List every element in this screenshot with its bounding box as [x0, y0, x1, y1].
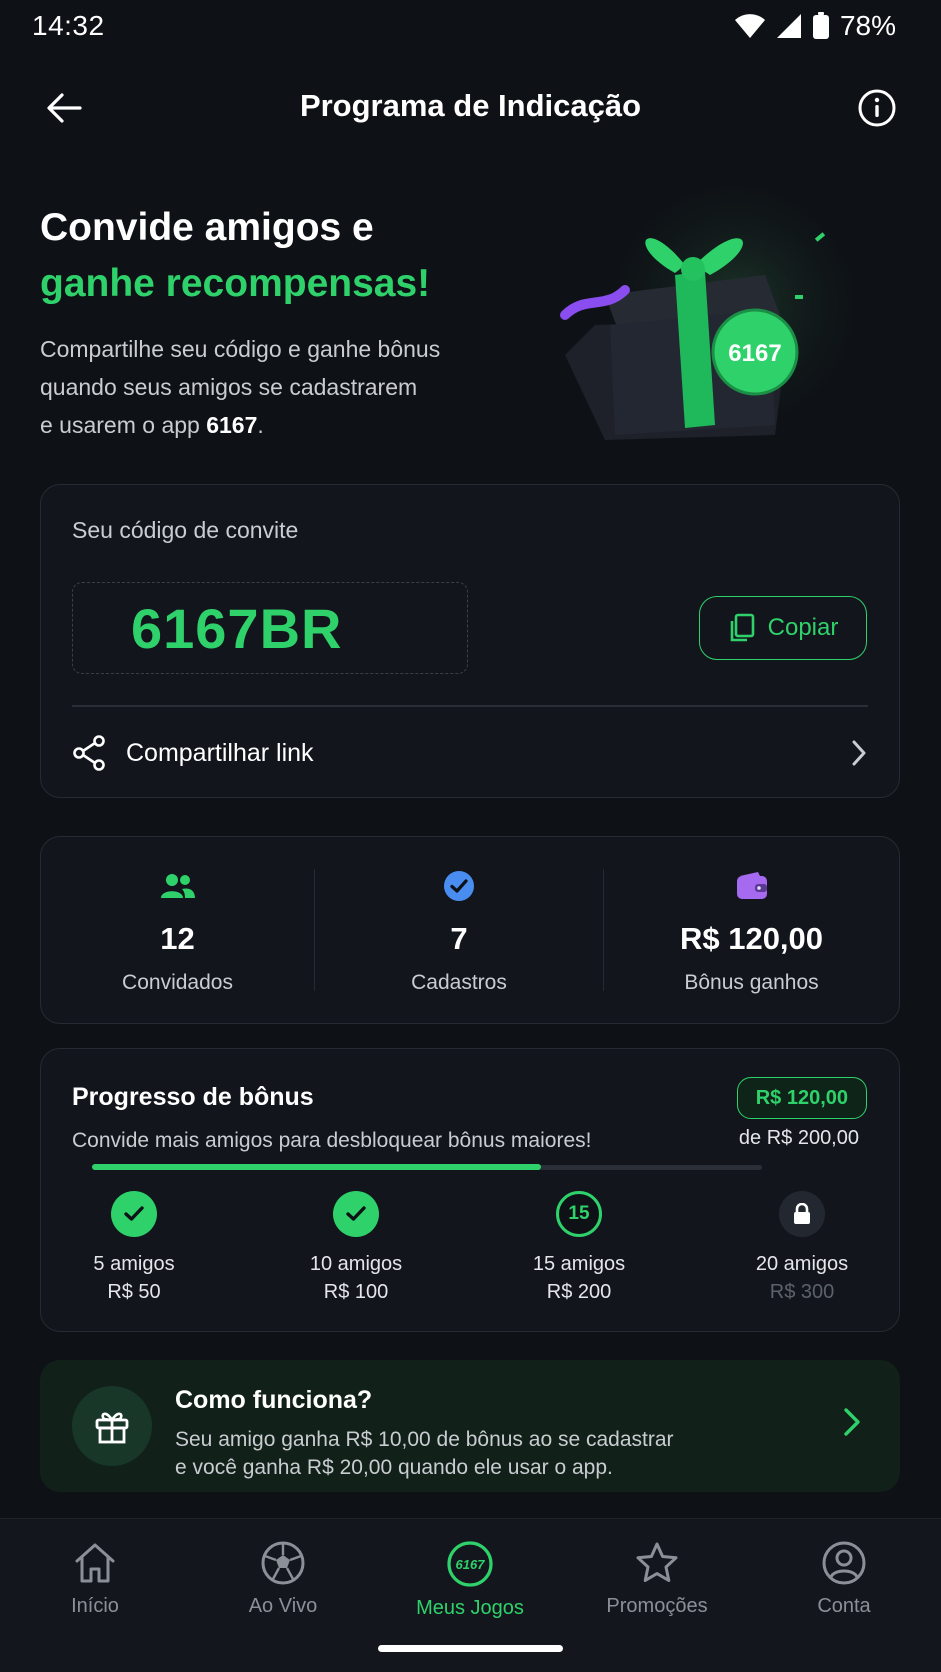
how-it-works-title: Como funciona? — [175, 1386, 373, 1414]
users-icon — [160, 869, 196, 903]
milestone-friends: 15 amigos — [532, 1253, 626, 1275]
stat-invited: 12 Convidados — [41, 837, 314, 1023]
hero-description: Compartilhe seu código e ganhe bônus qua… — [40, 330, 500, 444]
share-link-label: Compartilhar link — [126, 738, 314, 767]
bonus-label: Bônus ganhos — [684, 971, 819, 994]
progress-subtitle: Convide mais amigos para desbloquear bôn… — [72, 1129, 592, 1152]
milestone-friends: 10 amigos — [309, 1253, 403, 1275]
nav-inicio[interactable]: Início — [20, 1539, 170, 1618]
share-icon — [73, 735, 105, 771]
gift-illustration: 6167 — [560, 185, 885, 455]
invite-divider — [72, 705, 868, 707]
lock-icon — [794, 1203, 810, 1224]
gift-badge-text: 6167 — [728, 340, 781, 367]
milestone-label-5: 5 amigos R$ 50 — [54, 1250, 214, 1306]
status-time: 14:32 — [32, 10, 105, 41]
nav-label: Início — [71, 1595, 119, 1617]
share-link-row[interactable]: Compartilhar link — [72, 719, 868, 787]
invited-count: 12 — [160, 921, 195, 956]
milestone-20-locked — [779, 1191, 825, 1237]
how-it-works-line2: e você ganha R$ 20,00 quando ele usar o … — [175, 1456, 613, 1479]
nav-label: Promoções — [606, 1595, 708, 1617]
nav-meus-jogos[interactable]: 6167 Meus Jogos — [395, 1539, 545, 1620]
milestone-10-done — [333, 1191, 379, 1237]
milestone-friends: 5 amigos — [93, 1253, 175, 1275]
brand-icon-text: 6167 — [456, 1557, 486, 1572]
signups-label: Cadastros — [411, 971, 507, 994]
nav-label: Conta — [817, 1595, 871, 1617]
milestone-15-current: 15 — [556, 1191, 602, 1237]
invited-label: Convidados — [122, 971, 233, 994]
info-button[interactable] — [853, 84, 901, 132]
chevron-right-icon — [852, 740, 866, 766]
soccer-ball-icon — [261, 1541, 305, 1585]
invite-card: Seu código de convite 6167BR Copiar Comp… — [40, 484, 900, 798]
how-it-works-card[interactable]: Como funciona? Seu amigo ganha R$ 10,00 … — [40, 1360, 900, 1492]
stat-signups: 7 Cadastros — [315, 837, 603, 1023]
milestone-label-15: 15 amigos R$ 200 — [499, 1250, 659, 1306]
hero-title-line2: ganhe recompensas! — [40, 262, 431, 305]
copy-button[interactable]: Copiar — [699, 596, 867, 660]
progress-title: Progresso de bônus — [72, 1083, 314, 1111]
home-indicator — [378, 1645, 563, 1652]
check-icon — [346, 1206, 366, 1221]
hero-desc-line2: quando seus amigos se cadastrarem — [40, 374, 418, 400]
hero-desc-app: 6167 — [206, 412, 258, 438]
invite-code: 6167BR — [131, 596, 343, 660]
check-icon — [124, 1206, 144, 1221]
hero-desc-suffix: . — [257, 412, 264, 438]
milestone-reward: R$ 100 — [323, 1281, 389, 1303]
hero-title: Convide amigos e ganhe recompensas! — [40, 200, 430, 312]
copy-button-label: Copiar — [767, 614, 839, 641]
info-icon — [858, 89, 896, 127]
gift-icon-wrap — [72, 1386, 152, 1466]
invite-code-box: 6167BR — [72, 582, 468, 674]
wallet-icon — [736, 869, 768, 903]
invite-code-label: Seu código de convite — [72, 517, 299, 543]
milestone-5-done — [111, 1191, 157, 1237]
nav-promocoes[interactable]: Promoções — [582, 1539, 732, 1618]
milestone-reward: R$ 300 — [769, 1281, 835, 1303]
milestone-friends: 20 amigos — [755, 1253, 849, 1275]
how-it-works-text: Seu amigo ganha R$ 10,00 de bônus ao se … — [175, 1426, 735, 1482]
chevron-right-icon — [844, 1408, 860, 1436]
signups-count: 7 — [450, 921, 468, 956]
progress-track-fill — [92, 1164, 541, 1170]
bonus-total: R$ 120,00 — [679, 921, 824, 956]
nav-ao-vivo[interactable]: Ao Vivo — [208, 1539, 358, 1618]
signal-icon — [776, 14, 801, 38]
nav-conta[interactable]: Conta — [769, 1539, 919, 1618]
home-icon — [75, 1543, 115, 1583]
user-circle-icon — [822, 1541, 866, 1585]
milestone-label-20: 20 amigos R$ 300 — [722, 1250, 882, 1306]
earned-badge: R$ 120,00 — [736, 1077, 867, 1119]
check-circle-icon — [443, 869, 475, 903]
nav-label: Meus Jogos — [416, 1597, 524, 1619]
stats-card: 12 Convidados 7 Cadastros R$ 120,00 Bônu… — [40, 836, 900, 1024]
star-icon — [636, 1542, 678, 1582]
hero-desc-line1: Compartilhe seu código e ganhe bônus — [40, 336, 441, 362]
page-title: Programa de Indicação — [299, 88, 642, 123]
battery-percent: 78% — [839, 10, 896, 41]
hero-title-line1: Convide amigos e — [40, 206, 374, 249]
hero-desc-line3: e usarem o app 6167. — [40, 406, 500, 444]
earned-of-total: de R$ 200,00 — [738, 1127, 859, 1149]
milestone-label-10: 10 amigos R$ 100 — [276, 1250, 436, 1306]
brand-6167-icon: 6167 — [447, 1541, 493, 1587]
how-it-works-line1: Seu amigo ganha R$ 10,00 de bônus ao se … — [175, 1428, 674, 1451]
hero-desc-prefix: e usarem o app — [40, 412, 207, 438]
nav-label: Ao Vivo — [248, 1595, 318, 1617]
battery-icon — [812, 12, 829, 39]
stat-bonus: R$ 120,00 Bônus ganhos — [604, 837, 899, 1023]
milestone-reward: R$ 200 — [546, 1281, 612, 1303]
gift-icon — [95, 1412, 129, 1444]
milestone-reward: R$ 50 — [107, 1281, 161, 1303]
wifi-icon — [734, 14, 765, 38]
status-icons: 78% — [734, 10, 896, 42]
copy-icon — [730, 613, 754, 642]
